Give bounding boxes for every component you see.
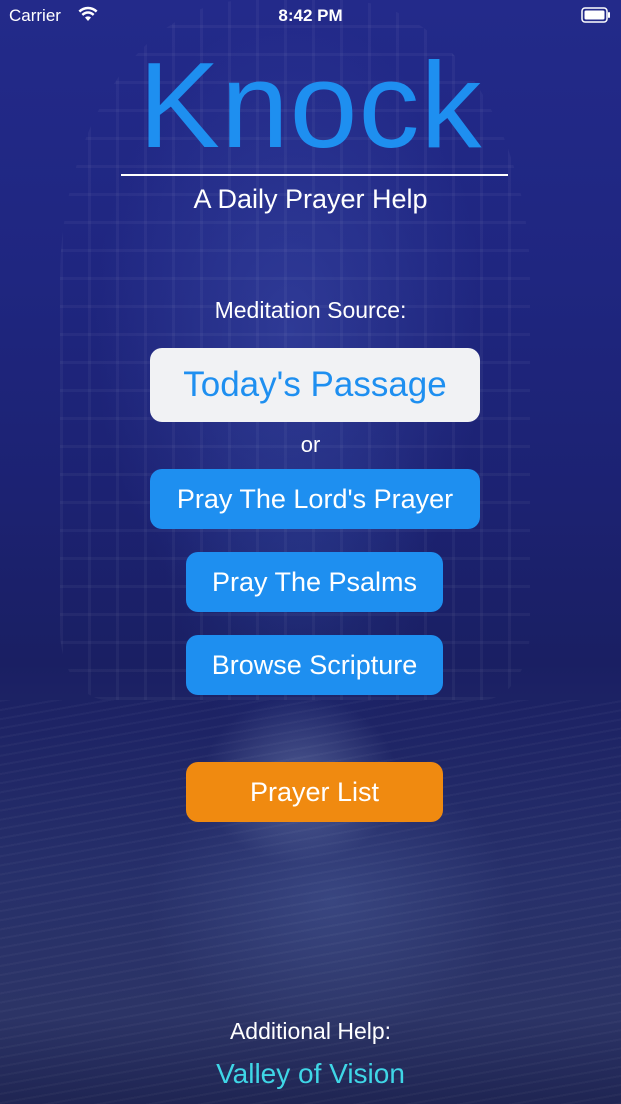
meditation-source-label: Meditation Source:: [214, 297, 407, 323]
or-label: or: [300, 432, 321, 457]
title-divider: [121, 174, 508, 176]
valley-of-vision-link[interactable]: Valley of Vision: [0, 1058, 621, 1090]
battery-icon: [581, 7, 610, 23]
app-title: Knock: [138, 37, 483, 173]
lords-prayer-button[interactable]: Pray The Lord's Prayer: [150, 469, 480, 529]
psalms-button[interactable]: Pray The Psalms: [186, 552, 443, 612]
app-subtitle: A Daily Prayer Help: [193, 184, 428, 214]
status-bar: Carrier 8:42 PM: [0, 0, 621, 32]
todays-passage-button[interactable]: Today's Passage: [150, 348, 480, 422]
status-time: 8:42 PM: [278, 6, 343, 25]
additional-help-label: Additional Help:: [229, 1018, 392, 1044]
prayer-list-button[interactable]: Prayer List: [186, 762, 443, 822]
browse-scripture-button[interactable]: Browse Scripture: [186, 635, 443, 695]
